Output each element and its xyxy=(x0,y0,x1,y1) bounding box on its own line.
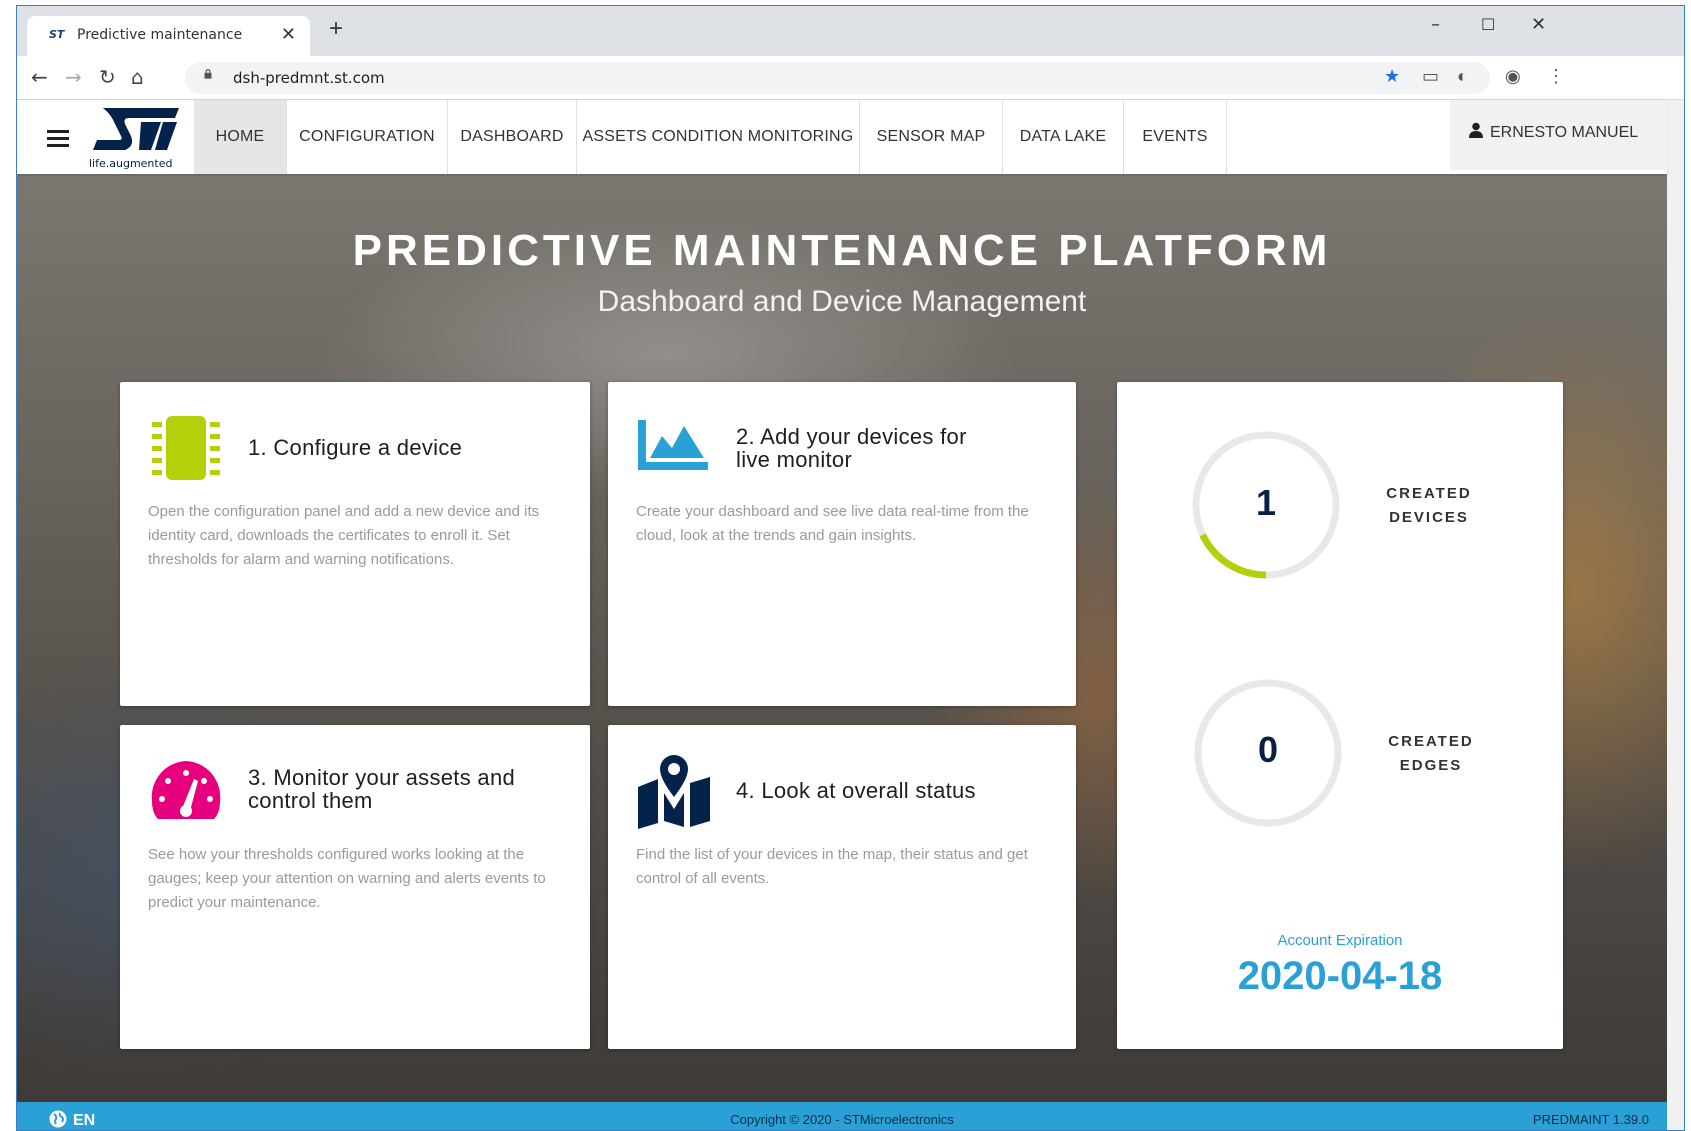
card-title: 3. Monitor your assets and xyxy=(248,765,516,790)
card-add-devices[interactable]: 2. Add your devices for live monitor Cre… xyxy=(608,382,1076,706)
devices-label-line2: DEVICES xyxy=(1389,509,1469,526)
card-title-line2: control them xyxy=(248,788,373,813)
card-description: Find the list of your devices in the map… xyxy=(636,846,1028,887)
footer-bar: EN Copyright © 2020 - STMicroelectronics… xyxy=(17,1102,1667,1130)
page-scrollbar[interactable] xyxy=(1667,100,1684,1130)
user-name: ERNESTO MANUEL xyxy=(1490,124,1639,141)
edges-label-line1: CREATED xyxy=(1388,733,1474,750)
maximize-button[interactable]: ☐ xyxy=(1481,15,1495,34)
tab-strip: ST Predictive maintenance ✕ + – ☐ ✕ xyxy=(17,6,1684,56)
card-configure-device[interactable]: 1. Configure a device Open the configura… xyxy=(120,382,590,706)
close-window-button[interactable]: ✕ xyxy=(1531,14,1546,35)
nav-assets-condition-monitoring[interactable]: ASSETS CONDITION MONITORING xyxy=(577,100,860,174)
new-tab-button[interactable]: + xyxy=(329,17,343,41)
profile-avatar-icon[interactable]: ◉ xyxy=(1505,66,1521,87)
hero-section: PREDICTIVE MAINTENANCE PLATFORM Dashboar… xyxy=(17,174,1667,1102)
nav-data-lake[interactable]: DATA LAKE xyxy=(1003,100,1124,174)
tab-title: Predictive maintenance xyxy=(77,27,243,43)
nav-dashboard[interactable]: DASHBOARD xyxy=(448,100,577,174)
st-logo[interactable]: life.augmented xyxy=(89,106,185,170)
devices-label-line1: CREATED xyxy=(1386,485,1472,502)
nav-sensor-map[interactable]: SENSOR MAP xyxy=(860,100,1003,174)
card-title: 4. Look at overall status xyxy=(736,778,976,803)
account-expiration-date: 2020-04-18 xyxy=(1237,954,1443,998)
card-title: 2. Add your devices for xyxy=(736,424,967,449)
home-icon[interactable]: ⌂ xyxy=(131,65,144,89)
area-chart-icon xyxy=(638,420,708,470)
user-menu[interactable]: ERNESTO MANUEL xyxy=(1450,100,1668,170)
card-description: Create your dashboard and see live data … xyxy=(636,503,1029,544)
logo-tagline: life.augmented xyxy=(89,157,173,170)
browser-tab[interactable]: ST Predictive maintenance ✕ xyxy=(27,16,310,56)
gauge-icon xyxy=(151,761,221,819)
app-navbar: life.augmented HOME CONFIGURATION DASHBO… xyxy=(17,100,1668,174)
stats-card: 1 CREATED DEVICES 0 CREATED EDGES Accoun… xyxy=(1117,382,1563,1049)
chip-icon xyxy=(152,416,220,480)
st-favicon-icon: ST xyxy=(49,28,65,41)
nav-events[interactable]: EVENTS xyxy=(1124,100,1227,174)
devices-count: 1 xyxy=(1255,482,1277,523)
card-description: Open the configuration panel and add a n… xyxy=(148,503,540,568)
back-arrow-icon[interactable]: ← xyxy=(31,65,48,89)
reload-icon[interactable]: ↻ xyxy=(99,65,116,89)
page-title: PREDICTIVE MAINTENANCE PLATFORM xyxy=(352,226,1332,275)
url-text: dsh-predmnt.st.com xyxy=(233,69,385,87)
card-overall-status[interactable]: 4. Look at overall status Find the list … xyxy=(608,725,1076,1049)
card-title-line2: live monitor xyxy=(736,447,853,472)
card-title: 1. Configure a device xyxy=(248,435,463,460)
edges-label: CREATED EDGES xyxy=(1371,730,1491,778)
edges-count: 0 xyxy=(1257,729,1279,770)
nav-configuration[interactable]: CONFIGURATION xyxy=(287,100,448,174)
url-input[interactable]: dsh-predmnt.st.com xyxy=(185,62,1490,94)
page-subtitle: Dashboard and Device Management xyxy=(597,285,1087,318)
extension-circle-icon[interactable]: ◐ xyxy=(1457,66,1468,87)
devices-label: CREATED DEVICES xyxy=(1369,482,1489,530)
card-description: See how your thresholds configured works… xyxy=(148,846,546,911)
extension-icon[interactable]: ▭ xyxy=(1422,66,1439,87)
browser-menu-icon[interactable]: ⋮ xyxy=(1547,66,1565,87)
bookmark-star-icon[interactable]: ★ xyxy=(1384,66,1400,87)
browser-window: ST Predictive maintenance ✕ + – ☐ ✕ ← → … xyxy=(16,5,1685,1131)
devices-progress-arc xyxy=(1199,533,1267,579)
card-monitor-assets[interactable]: 3. Monitor your assets and control them … xyxy=(120,725,590,1049)
nav-home[interactable]: HOME xyxy=(194,100,287,174)
map-icon xyxy=(638,755,710,829)
tab-close-icon[interactable]: ✕ xyxy=(281,24,296,45)
version-text: PREDMAINT 1.39.0 xyxy=(1532,1112,1649,1127)
copyright-text: Copyright © 2020 - STMicroelectronics xyxy=(730,1112,954,1127)
hamburger-menu-icon[interactable] xyxy=(47,130,69,147)
lock-icon xyxy=(204,69,212,79)
edges-label-line2: EDGES xyxy=(1399,757,1463,774)
user-icon xyxy=(1469,122,1483,138)
account-expiration-label: Account Expiration xyxy=(1277,932,1403,949)
st-logo-mark-icon xyxy=(93,108,179,150)
address-bar: ← → ↻ ⌂ dsh-predmnt.st.com ★ ▭ ◐ ◉ ⋮ xyxy=(17,56,1684,100)
minimize-button[interactable]: – xyxy=(1431,14,1440,35)
forward-arrow-icon[interactable]: → xyxy=(65,65,82,89)
